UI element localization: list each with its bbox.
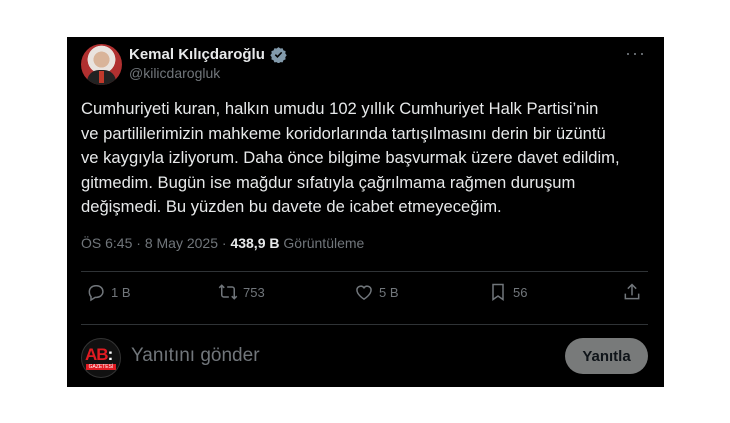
share-icon [624,283,640,300]
views-count: 438,9 B [230,235,280,251]
reply-avatar[interactable]: AB: GAZETESİ [81,338,121,378]
verified-badge-icon [270,46,287,63]
reply-action[interactable]: 1 B [86,282,131,302]
author-name-row: Kemal Kılıçdaroğlu [129,44,287,64]
avatar-logo-caption: GAZETESİ [86,364,116,370]
tweet-line: ve partililerimizin mahkeme koridorların… [81,123,606,143]
meta-separator: · [136,235,141,251]
repost-count: 753 [243,284,265,300]
views-label: Görüntüleme [283,235,365,251]
share-action[interactable] [622,282,642,302]
avatar-logo-colon: : [107,345,114,364]
meta-separator: · [221,235,227,251]
bookmark-icon [492,283,504,301]
reply-input[interactable]: Yanıtını gönder [131,345,260,367]
repost-icon [218,284,238,300]
like-count: 5 B [379,284,399,300]
bookmark-count: 56 [513,284,528,300]
reply-icon [88,285,104,302]
bookmark-action[interactable]: 56 [488,282,527,302]
avatar-logo-red: AB [85,345,109,364]
author-name[interactable]: Kemal Kılıçdaroğlu [129,46,265,63]
tweet-date[interactable]: 8 May 2025 [145,235,218,251]
action-bar: 1 B 753 5 B 56 [81,282,648,306]
more-icon[interactable]: ··· [625,43,646,64]
tweet-meta: ÖS 6:45 · 8 May 2025 · 438,9 B Görüntüle… [81,235,364,251]
reply-button[interactable]: Yanıtla [565,338,648,374]
tweet-line: Cumhuriyeti kuran, halkın umudu 102 yıll… [81,99,599,118]
like-icon [356,285,372,300]
tweet-line: ve kaygıyla izliyorum. Daha önce bilgime… [81,148,620,167]
avatar-tie [99,71,104,83]
tweet-card: Kemal Kılıçdaroğlu @kilicdarogluk ··· Cu… [67,37,664,387]
avatar-logo-text: AB: [85,345,114,365]
tweet-time[interactable]: ÖS 6:45 [81,235,132,251]
divider [81,271,648,272]
tweet-line: değişmedi. Bu yüzden bu davete de icabet… [81,197,502,216]
reply-count: 1 B [111,284,131,300]
like-action[interactable]: 5 B [354,282,399,302]
tweet-line: gitmedim. Bugün ise mağdur sıfatıyla çağ… [81,172,576,192]
author-avatar[interactable] [81,44,122,85]
tweet-text: Cumhuriyeti kuran, halkın umudu 102 yıll… [81,97,651,220]
repost-action[interactable]: 753 [218,282,265,302]
divider [81,324,648,325]
author-handle[interactable]: @kilicdarogluk [129,65,220,81]
reply-composer: AB: GAZETESİ Yanıtını gönder Yanıtla [81,338,648,378]
